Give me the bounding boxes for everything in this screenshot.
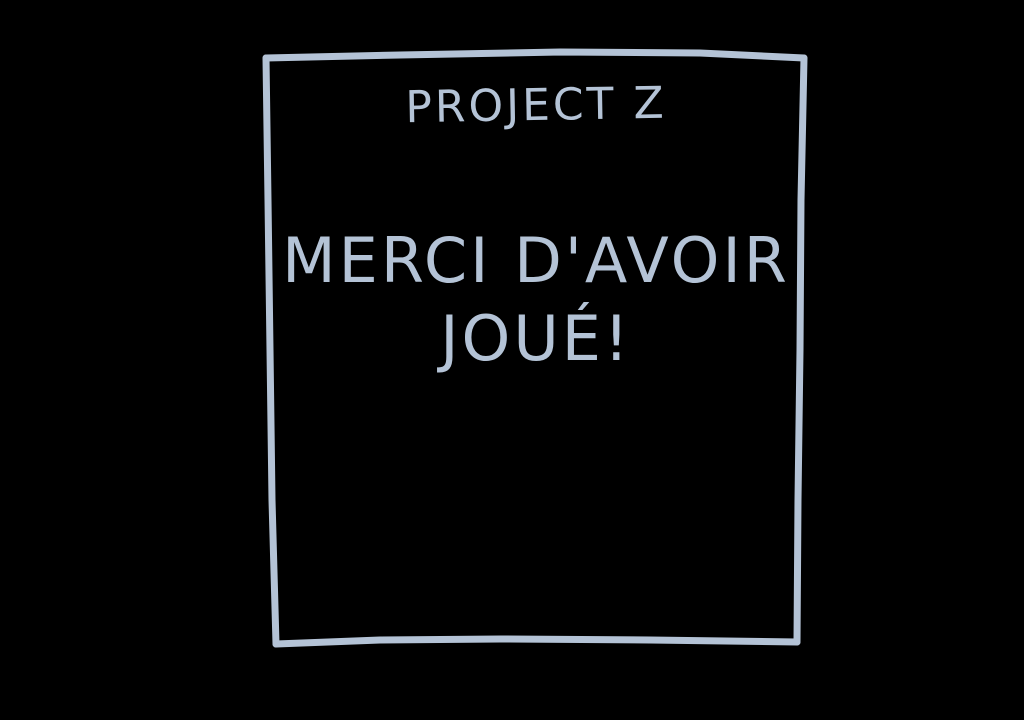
- thanks-message-line-2: JOUÉ!: [440, 302, 632, 375]
- end-screen: PROJECT Z MERCI D'AVOIR JOUÉ!: [0, 0, 1024, 720]
- thanks-message: MERCI D'AVOIR JOUÉ!: [268, 222, 804, 378]
- game-title: PROJECT Z: [404, 77, 668, 134]
- thanks-message-line-1: MERCI D'AVOIR: [282, 224, 790, 297]
